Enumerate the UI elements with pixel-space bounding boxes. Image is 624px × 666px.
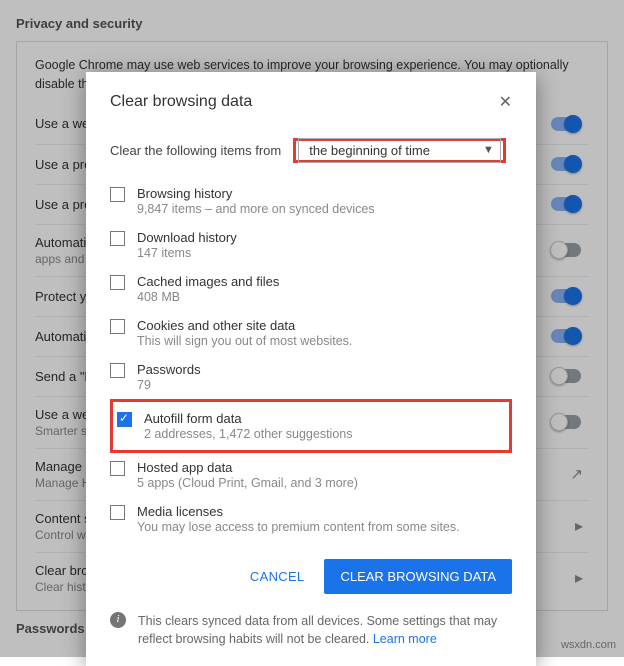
- toggle-switch[interactable]: [551, 289, 581, 303]
- time-range-value: the beginning of time: [309, 143, 430, 158]
- checkbox[interactable]: [110, 187, 125, 202]
- option-subtitle: 147 items: [137, 246, 237, 260]
- toggle-switch[interactable]: [551, 329, 581, 343]
- chevron-down-icon: ▼: [483, 144, 494, 156]
- highlight-autofill: Autofill form data2 addresses, 1,472 oth…: [110, 399, 512, 453]
- option-title: Cached images and files: [137, 274, 279, 289]
- checkbox[interactable]: [110, 275, 125, 290]
- time-range-label: Clear the following items from: [110, 143, 281, 158]
- option-subtitle: 9,847 items – and more on synced devices: [137, 202, 375, 216]
- checkbox[interactable]: [110, 319, 125, 334]
- toggle-switch[interactable]: [551, 243, 581, 257]
- external-link-icon[interactable]: ↗: [564, 465, 589, 483]
- toggle-switch[interactable]: [551, 157, 581, 171]
- learn-more-link[interactable]: Learn more: [373, 632, 437, 646]
- checkbox[interactable]: [110, 363, 125, 378]
- checkbox[interactable]: [110, 231, 125, 246]
- dialog-title: Clear browsing data: [110, 93, 252, 111]
- clear-option-row: Autofill form data2 addresses, 1,472 oth…: [117, 404, 505, 448]
- cancel-button[interactable]: CANCEL: [250, 569, 305, 584]
- toggle-switch[interactable]: [551, 415, 581, 429]
- clear-data-button[interactable]: CLEAR BROWSING DATA: [324, 559, 512, 594]
- section-privacy-header: Privacy and security: [16, 6, 608, 41]
- clear-option-row: Browsing history9,847 items – and more o…: [110, 179, 512, 223]
- option-title: Media licenses: [137, 504, 460, 519]
- checkbox[interactable]: [110, 505, 125, 520]
- checkbox[interactable]: [117, 412, 132, 427]
- toggle-switch[interactable]: [551, 369, 581, 383]
- highlight-time-range: the beginning of time ▼: [293, 138, 506, 163]
- option-subtitle: 408 MB: [137, 290, 279, 304]
- clear-option-row: Passwords79: [110, 355, 512, 399]
- watermark: wsxdn.com: [561, 639, 616, 651]
- option-title: Cookies and other site data: [137, 318, 352, 333]
- option-title: Download history: [137, 230, 237, 245]
- option-subtitle: This will sign you out of most websites.: [137, 334, 352, 348]
- time-range-select[interactable]: the beginning of time ▼: [298, 138, 501, 163]
- chevron-right-icon[interactable]: ▸: [569, 568, 589, 588]
- option-title: Passwords: [137, 362, 201, 377]
- clear-option-row: Download history147 items: [110, 223, 512, 267]
- toggle-switch[interactable]: [551, 117, 581, 131]
- toggle-switch[interactable]: [551, 197, 581, 211]
- option-title: Hosted app data: [137, 460, 358, 475]
- clear-option-row: Media licensesYou may lose access to pre…: [110, 497, 512, 541]
- clear-option-row: Cookies and other site dataThis will sig…: [110, 311, 512, 355]
- option-subtitle: 79: [137, 378, 201, 392]
- dialog-footnote: This clears synced data from all devices…: [138, 612, 512, 648]
- close-icon[interactable]: ✕: [499, 92, 512, 112]
- clear-option-row: Cached images and files408 MB: [110, 267, 512, 311]
- info-icon: i: [110, 612, 126, 628]
- clear-option-row: Hosted app data5 apps (Cloud Print, Gmai…: [110, 453, 512, 497]
- option-subtitle: 5 apps (Cloud Print, Gmail, and 3 more): [137, 476, 358, 490]
- option-title: Browsing history: [137, 186, 375, 201]
- chevron-right-icon[interactable]: ▸: [569, 516, 589, 536]
- checkbox[interactable]: [110, 461, 125, 476]
- clear-browsing-data-dialog: Clear browsing data ✕ Clear the followin…: [86, 72, 536, 666]
- option-title: Autofill form data: [144, 411, 352, 426]
- option-subtitle: 2 addresses, 1,472 other suggestions: [144, 427, 352, 441]
- option-subtitle: You may lose access to premium content f…: [137, 520, 460, 534]
